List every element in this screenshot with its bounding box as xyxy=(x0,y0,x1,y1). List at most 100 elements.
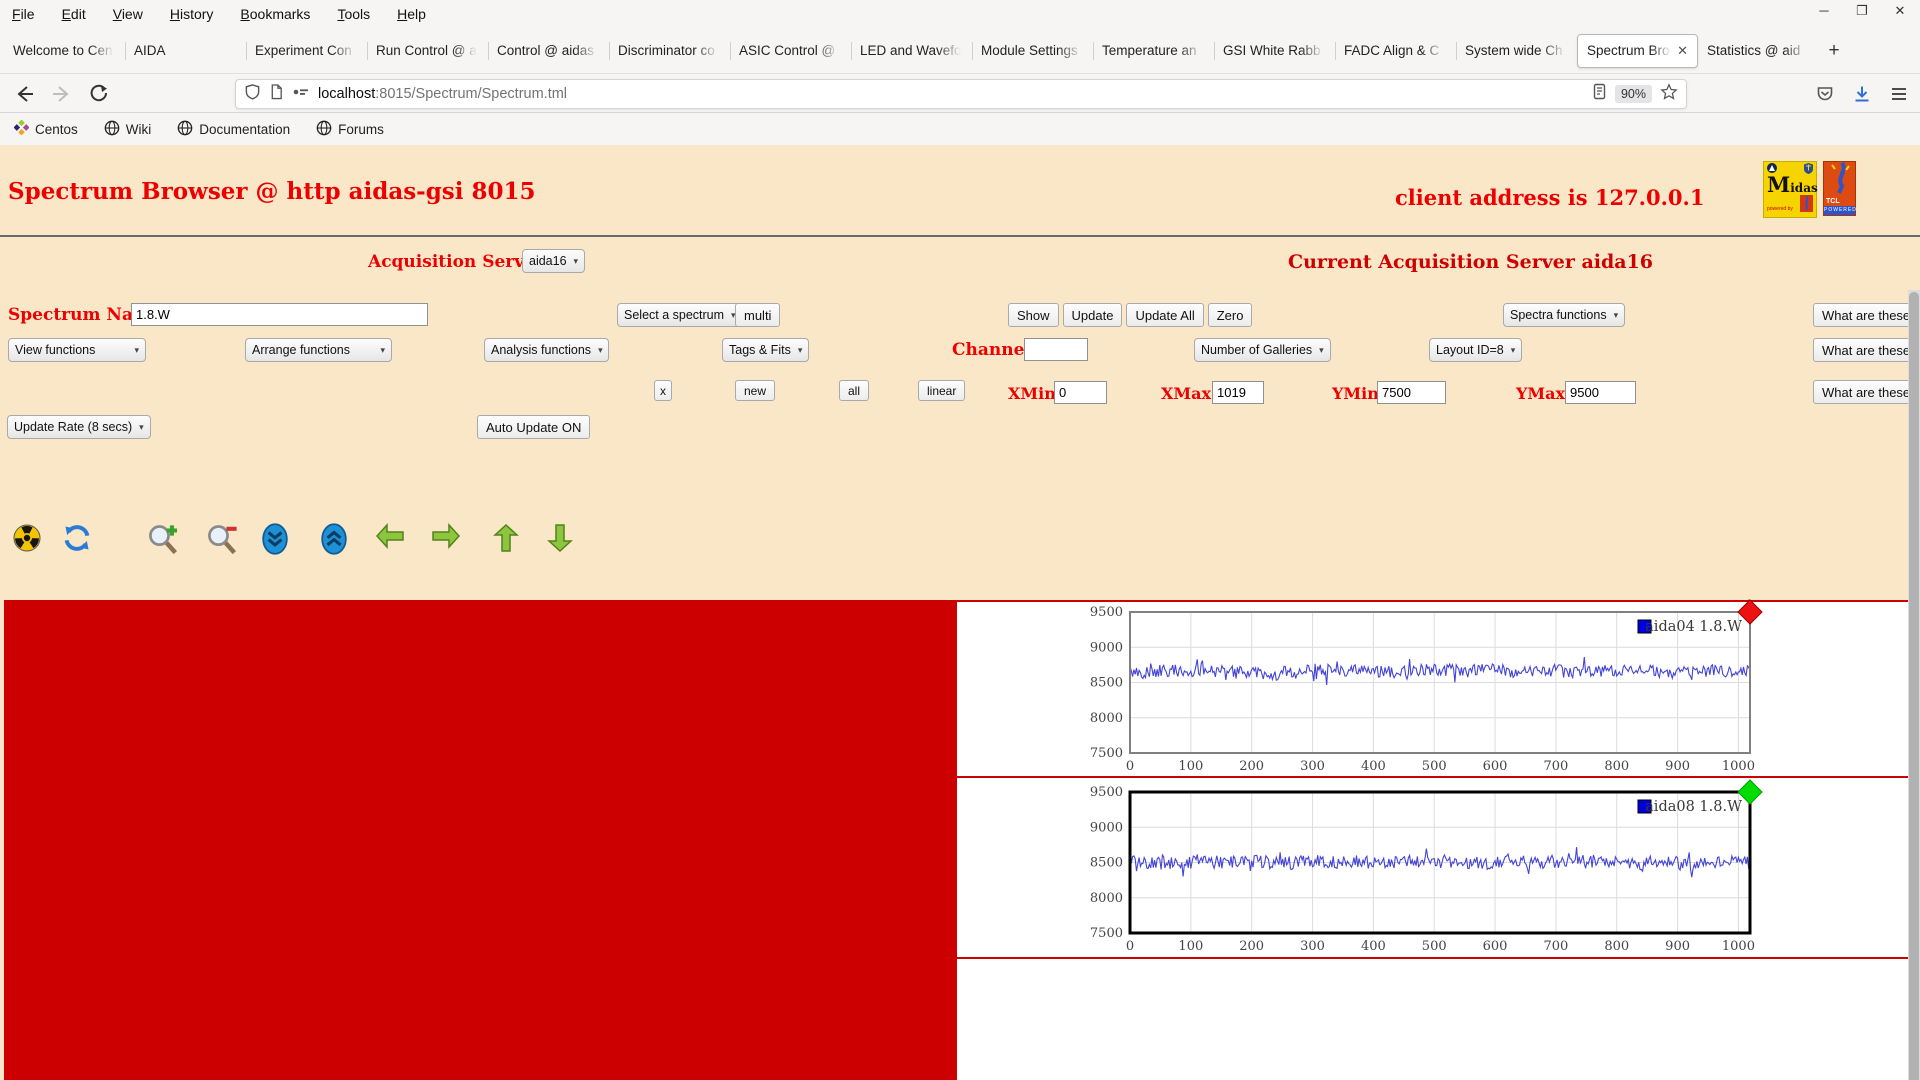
menu-history[interactable]: History xyxy=(170,6,214,22)
menu-tools[interactable]: Tools xyxy=(337,6,370,22)
bookmark-label: Centos xyxy=(35,121,78,137)
close-button[interactable]: ✕ xyxy=(1890,3,1910,19)
tcl-powered-logo: TCL POWERED xyxy=(1823,161,1856,216)
menu-view[interactable]: View xyxy=(113,6,143,22)
ymax-input[interactable] xyxy=(1565,381,1636,404)
update-button[interactable]: Update xyxy=(1062,303,1123,327)
analysis-functions-select[interactable]: Analysis functions ▾ xyxy=(484,338,609,362)
download-icon[interactable] xyxy=(1849,81,1875,107)
zero-button[interactable]: Zero xyxy=(1207,303,1253,327)
collapse-y-icon[interactable] xyxy=(262,523,288,560)
arrow-right-icon[interactable] xyxy=(431,523,461,554)
browser-tab-12[interactable]: System wide Ch xyxy=(1456,34,1577,68)
arrow-up-icon[interactable] xyxy=(493,523,519,558)
auto-update-button[interactable]: Auto Update ON xyxy=(477,415,591,439)
ymin-input[interactable] xyxy=(1377,381,1446,404)
refresh-icon[interactable] xyxy=(61,523,93,558)
arrange-functions-select[interactable]: Arrange functions ▾ xyxy=(245,338,392,362)
browser-tab-13[interactable]: Spectrum Bro ✕ xyxy=(1577,33,1698,68)
url-bar[interactable]: localhost:8015/Spectrum/Spectrum.tml 90% xyxy=(235,79,1687,109)
spectrum-name-input[interactable] xyxy=(131,303,428,326)
channel-input[interactable] xyxy=(1024,338,1088,361)
multi-button[interactable]: multi xyxy=(735,303,781,327)
spectrum-chart-aida08[interactable]: 7500 8000 8500 9000 9500 0 100 200 300 400 500 600 7… xyxy=(1074,779,1774,959)
forward-icon[interactable] xyxy=(48,81,74,107)
browser-tab-8[interactable]: Module Settings xyxy=(972,34,1093,68)
tab-close-icon[interactable]: ✕ xyxy=(1673,43,1688,59)
menu-help[interactable]: Help xyxy=(397,6,426,22)
browser-tab-4[interactable]: Control @ aidas xyxy=(488,34,609,68)
tab-title: ASIC Control @ xyxy=(739,43,836,58)
permissions-icon[interactable] xyxy=(292,84,310,105)
browser-tab-2[interactable]: Experiment Con xyxy=(246,34,367,68)
zoom-out-icon[interactable] xyxy=(206,523,240,560)
all-button[interactable]: all xyxy=(839,380,870,401)
update-rate-select[interactable]: Update Rate (8 secs) ▾ xyxy=(7,415,151,439)
menu-file[interactable]: File xyxy=(12,6,35,22)
arrow-left-icon[interactable] xyxy=(375,523,405,554)
view-functions-select[interactable]: View functions ▾ xyxy=(8,338,146,362)
svg-text:8000: 8000 xyxy=(1090,891,1123,906)
scrollbar-thumb[interactable] xyxy=(1909,292,1919,1080)
tab-title: Run Control @ a xyxy=(376,43,477,58)
browser-tab-14[interactable]: Statistics @ aid xyxy=(1698,34,1819,68)
gallery-panel-aida08[interactable]: 7500 8000 8500 9000 9500 0 100 200 300 400 500 600 7… xyxy=(958,778,1913,957)
browser-tab-6[interactable]: ASIC Control @ xyxy=(730,34,851,68)
page-info-icon[interactable] xyxy=(269,83,284,106)
layout-id-select[interactable]: Layout ID=8 ▾ xyxy=(1429,338,1523,362)
bookmark-documentation[interactable]: Documentation xyxy=(177,120,290,139)
reader-mode-icon[interactable] xyxy=(1592,83,1607,105)
expand-y-icon[interactable] xyxy=(321,523,347,560)
bookmark-centos[interactable]: Centos xyxy=(13,119,78,138)
number-of-galleries-select[interactable]: Number of Galleries ▾ xyxy=(1194,338,1331,362)
maximize-button[interactable]: ❐ xyxy=(1852,3,1872,19)
update-all-button[interactable]: Update All xyxy=(1126,303,1204,327)
browser-tab-5[interactable]: Discriminator co xyxy=(609,34,730,68)
tags-fits-select[interactable]: Tags & Fits ▾ xyxy=(722,338,810,362)
centos-icon xyxy=(13,119,30,138)
what-are-these-button-1[interactable]: What are these? xyxy=(1813,303,1920,327)
browser-tab-11[interactable]: FADC Align & C xyxy=(1335,34,1456,68)
new-tab-button[interactable]: + xyxy=(1819,36,1849,66)
menu-edit[interactable]: Edit xyxy=(62,6,86,22)
bookmark-star-icon[interactable] xyxy=(1660,82,1678,106)
linear-button[interactable]: linear xyxy=(918,380,966,401)
browser-tab-9[interactable]: Temperature an xyxy=(1093,34,1214,68)
browser-tab-1[interactable]: AIDA xyxy=(125,34,246,68)
spectrum-chart-aida04[interactable]: 7500 8000 8500 9000 9500 0 100 200 300 400 500 600 7… xyxy=(1074,599,1774,779)
show-button[interactable]: Show xyxy=(1008,303,1059,327)
what-are-these-button-3[interactable]: What are these? xyxy=(1813,380,1920,404)
spectra-functions-select[interactable]: Spectra functions ▾ xyxy=(1503,303,1626,327)
zoom-level-badge[interactable]: 90% xyxy=(1614,85,1652,103)
browser-tab-0[interactable]: Welcome to Cen xyxy=(4,34,125,68)
browser-tab-10[interactable]: GSI White Rabb xyxy=(1214,34,1335,68)
zoom-in-icon[interactable] xyxy=(147,523,181,560)
x-button[interactable]: x xyxy=(654,380,672,401)
tab-bar: Welcome to Cen AIDA Experiment Con Run Cont… xyxy=(0,28,1920,73)
pocket-icon[interactable] xyxy=(1812,81,1838,107)
svg-text:9000: 9000 xyxy=(1090,820,1123,835)
url-text[interactable]: localhost:8015/Spectrum/Spectrum.tml xyxy=(318,86,1584,102)
bookmark-wiki[interactable]: Wiki xyxy=(104,120,151,139)
back-icon[interactable] xyxy=(12,81,38,107)
bookmark-forums[interactable]: Forums xyxy=(316,120,384,139)
hamburger-menu-icon[interactable] xyxy=(1886,81,1912,107)
midas-tcl-mini-logo xyxy=(1800,195,1813,212)
xmax-input[interactable] xyxy=(1212,381,1264,404)
svg-text:7500: 7500 xyxy=(1090,926,1123,941)
acquisition-server-select[interactable]: aida16 ▾ xyxy=(522,249,586,273)
new-button[interactable]: new xyxy=(735,380,776,401)
reload-icon[interactable] xyxy=(85,81,111,107)
browser-tab-3[interactable]: Run Control @ a xyxy=(367,34,488,68)
browser-tab-7[interactable]: LED and Wavefo xyxy=(851,34,972,68)
what-are-these-button-2[interactable]: What are these? xyxy=(1813,338,1920,362)
grid-divider xyxy=(6,602,957,776)
xmin-input[interactable] xyxy=(1054,381,1107,404)
select-a-spectrum-select[interactable]: Select a spectrum ▾ xyxy=(617,303,743,327)
arrow-down-icon[interactable] xyxy=(547,523,573,558)
tab-title: Welcome to Cen xyxy=(13,43,113,58)
radiation-icon[interactable] xyxy=(12,523,42,558)
menu-bookmarks[interactable]: Bookmarks xyxy=(240,6,310,22)
minimize-button[interactable]: ─ xyxy=(1814,3,1834,19)
gallery-panel-aida04[interactable]: 7500 8000 8500 9000 9500 0 100 200 300 400 500 600 7… xyxy=(958,599,1913,779)
